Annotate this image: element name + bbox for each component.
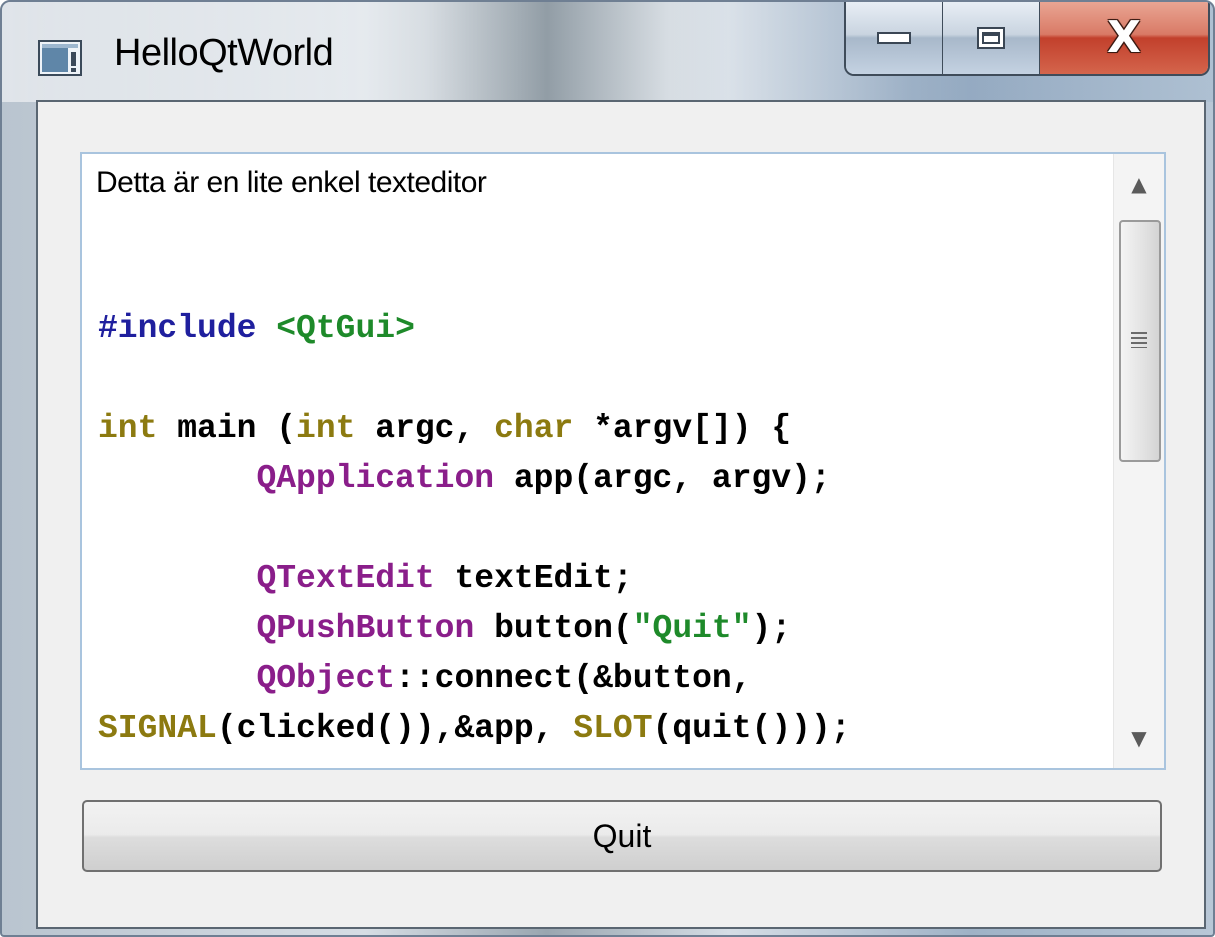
- text-editor[interactable]: Detta är en lite enkel texteditor #inclu…: [80, 152, 1166, 770]
- code-line-3: QApplication app(argc, argv);: [256, 460, 831, 497]
- editor-intro-text: Detta är en lite enkel texteditor: [96, 166, 487, 199]
- code-line-1: #include <QtGui>: [98, 310, 415, 347]
- code-line-2: int main (int argc, char *argv[]) {: [98, 410, 792, 447]
- scroll-down-icon[interactable]: ▼: [1114, 714, 1164, 762]
- code-line-6: QObject::connect(&button,: [256, 660, 752, 697]
- vertical-scrollbar[interactable]: ▲ ▼: [1113, 154, 1164, 768]
- maximize-button[interactable]: [943, 2, 1040, 74]
- minimize-button[interactable]: [846, 2, 943, 74]
- close-icon: X: [1107, 12, 1141, 63]
- close-button[interactable]: X: [1040, 2, 1208, 74]
- app-icon: [38, 40, 82, 76]
- window-title: HelloQtWorld: [114, 32, 334, 74]
- code-line-7: SIGNAL(clicked()),&app, SLOT(quit()));: [98, 710, 851, 747]
- scroll-up-icon[interactable]: ▲: [1114, 160, 1164, 208]
- caption-buttons: X: [844, 2, 1210, 76]
- maximize-icon: [977, 27, 1005, 49]
- grip-icon: [1131, 332, 1147, 348]
- quit-button[interactable]: Quit: [82, 800, 1162, 872]
- scroll-thumb[interactable]: [1119, 220, 1161, 462]
- code-line-4: QTextEdit textEdit;: [256, 560, 633, 597]
- code-line-5: QPushButton button("Quit");: [256, 610, 792, 647]
- minimize-icon: [877, 32, 911, 44]
- client-area: Detta är en lite enkel texteditor #inclu…: [36, 100, 1206, 929]
- window-frame: HelloQtWorld X Detta är en lite enkel te…: [0, 0, 1215, 937]
- title-bar[interactable]: HelloQtWorld X: [2, 2, 1213, 102]
- code-block: #include <QtGui> int main (int argc, cha…: [98, 304, 1112, 754]
